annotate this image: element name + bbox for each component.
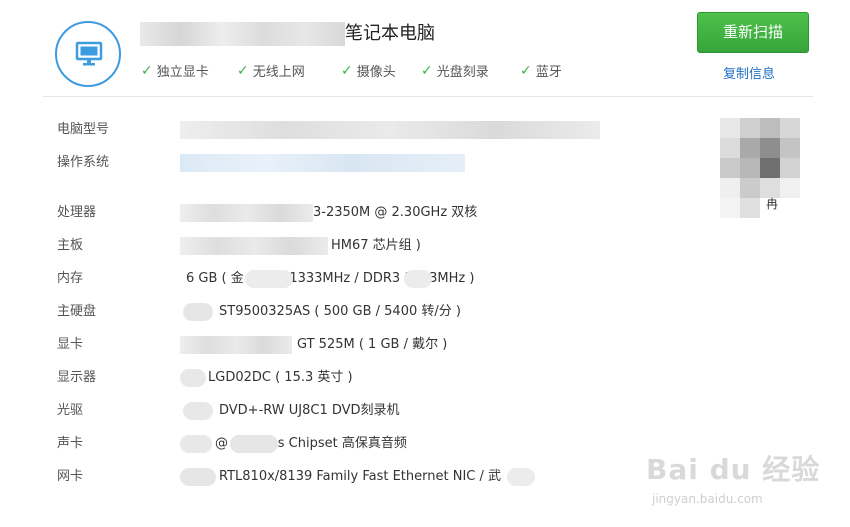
watermark-logo-text: Bai du 经验 <box>646 453 821 486</box>
spec-row-cpu: 处理器 3-2350M @ 2.30GHz 双核 <box>57 202 617 224</box>
rescan-button[interactable]: 重新扫描 <box>697 12 809 53</box>
spec-row-model: 电脑型号 <box>57 119 617 141</box>
redacted-value <box>180 369 206 387</box>
feature-label: 蓝牙 <box>535 65 562 80</box>
feature-discrete-gpu: ✓ 独立显卡 <box>141 61 237 81</box>
redacted-value <box>180 154 465 172</box>
spec-row-optical-drive: 光驱 DVD+-RW UJ8C1 DVD刻录机 <box>57 400 617 422</box>
feature-label: 光盘刻录 <box>436 65 489 80</box>
spec-row-os: 操作系统 <box>57 152 617 174</box>
spec-value: RTL810x/8139 Family Fast Ethernet NIC / … <box>219 469 502 484</box>
redacted-value <box>180 468 216 486</box>
spec-label: 电脑型号 <box>57 122 110 137</box>
redacted-value <box>183 402 213 420</box>
spec-value: 3-2350M @ 2.30GHz 双核 <box>313 205 478 220</box>
redacted-value <box>230 435 278 453</box>
feature-camera: ✓ 摄像头 <box>341 61 421 81</box>
feature-disc-burning: ✓ 光盘刻录 <box>421 61 520 81</box>
spec-label: 主硬盘 <box>57 304 97 319</box>
watermark-url: jingyan.baidu.com <box>652 492 763 506</box>
check-icon: ✓ <box>421 62 433 79</box>
spec-row-sound-card: 声卡 @ 6 Series Chipset 高保真音频 <box>57 433 617 455</box>
check-icon: ✓ <box>520 62 532 79</box>
spec-label: 操作系统 <box>57 155 110 170</box>
header-divider <box>43 96 813 97</box>
title-suffix: 笔记本电脑 <box>345 23 435 44</box>
spec-row-gpu: 显卡 GT 525M ( 1 GB / 戴尔 ) <box>57 334 617 356</box>
redacted-value <box>180 121 600 139</box>
copy-info-link[interactable]: 复制信息 <box>723 63 775 82</box>
spec-label: 显卡 <box>57 337 84 352</box>
spec-label: 内存 <box>57 271 84 286</box>
redacted-value <box>180 204 313 222</box>
monitor-icon <box>75 41 103 66</box>
redacted-value <box>404 270 432 288</box>
redacted-value <box>245 270 293 288</box>
spec-row-hdd: 主硬盘 ST9500325AS ( 500 GB / 5400 转/分 ) <box>57 301 617 323</box>
spec-value: LGD02DC ( 15.3 英寸 ) <box>208 370 353 385</box>
spec-row-network-card: 网卡 RTL810x/8139 Family Fast Ethernet NIC… <box>57 466 617 488</box>
feature-wireless: ✓ 无线上网 <box>237 61 341 81</box>
feature-label: 独立显卡 <box>156 65 209 80</box>
check-icon: ✓ <box>237 62 249 79</box>
feature-bluetooth: ✓ 蓝牙 <box>520 61 562 81</box>
feature-label: 无线上网 <box>252 65 305 80</box>
check-icon: ✓ <box>341 62 353 79</box>
spec-row-display: 显示器 LGD02DC ( 15.3 英寸 ) <box>57 367 617 389</box>
redacted-value <box>180 237 328 255</box>
spec-label: 主板 <box>57 238 84 253</box>
redacted-value <box>183 303 213 321</box>
spec-label: 处理器 <box>57 205 97 220</box>
spec-value: DVD+-RW UJ8C1 DVD刻录机 <box>219 403 400 418</box>
spec-row-memory: 内存 6 GB ( 金 DDR3 1333MHz / DDR3 1333MHz … <box>57 268 617 290</box>
spec-value: HM67 芯片组 ) <box>331 238 421 253</box>
redacted-model-name <box>140 22 345 46</box>
redacted-value <box>180 435 212 453</box>
spec-value: GT 525M ( 1 GB / 戴尔 ) <box>297 337 448 352</box>
check-icon: ✓ <box>141 62 153 79</box>
qr-code-image <box>720 118 800 218</box>
redacted-value <box>180 336 292 354</box>
spec-row-motherboard: 主板 HM67 芯片组 ) <box>57 235 617 257</box>
feature-list: ✓ 独立显卡 ✓ 无线上网 ✓ 摄像头 ✓ 光盘刻录 ✓ 蓝牙 <box>141 61 562 81</box>
redacted-value <box>507 468 535 486</box>
baidu-jingyan-watermark: Bai du 经验 jingyan.baidu.com <box>646 448 820 506</box>
spec-label: 网卡 <box>57 469 84 484</box>
spec-value: ST9500325AS ( 500 GB / 5400 转/分 ) <box>219 304 461 319</box>
qr-partial-label: 冉 <box>766 197 779 211</box>
computer-logo <box>55 21 121 87</box>
spec-label: 声卡 <box>57 436 84 451</box>
feature-label: 摄像头 <box>356 65 396 80</box>
spec-label: 光驱 <box>57 403 84 418</box>
spec-label: 显示器 <box>57 370 97 385</box>
